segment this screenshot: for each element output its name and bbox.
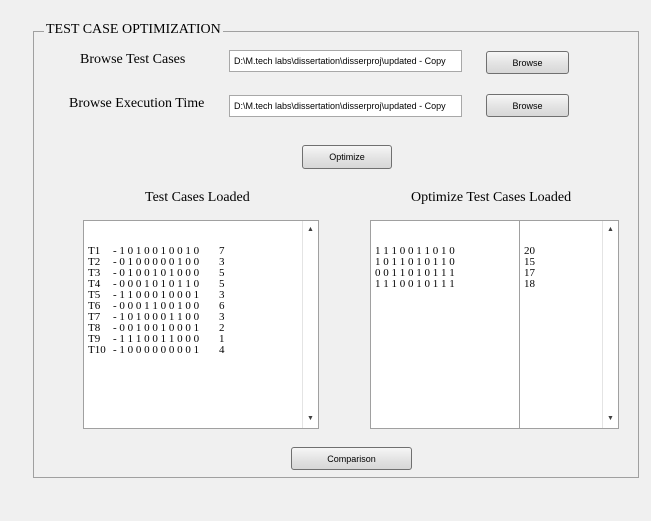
comparison-button[interactable]: Comparison [291, 447, 412, 470]
panel-title: TEST CASE OPTIMIZATION [44, 21, 223, 39]
up-arrow-icon[interactable]: ▲ [303, 223, 318, 237]
optimized-time-item[interactable]: 18 [524, 279, 535, 290]
optimized-test-cases-listbox[interactable]: 1 1 1 0 0 1 1 0 1 01 0 1 1 0 1 0 1 1 00 … [370, 220, 619, 429]
browse-test-cases-label: Browse Test Cases [80, 52, 186, 67]
optimize-button[interactable]: Optimize [302, 145, 392, 169]
optimized-time-list: 20 15 17 18 [524, 224, 535, 312]
browse-execution-time-button[interactable]: Browse [486, 94, 569, 117]
test-cases-scrollbar[interactable]: ▲ ▼ [302, 221, 318, 428]
optimized-test-cases-heading: Optimize Test Cases Loaded [411, 190, 572, 205]
optimized-bits-item[interactable]: 1 1 1 0 0 1 0 1 1 1 [375, 279, 455, 290]
test-cases-listbox[interactable]: T1 - 1 0 1 0 0 1 0 0 1 0 7 T2 - 0 1 0 0 0 … [83, 220, 319, 429]
execution-time-path-field[interactable]: D:\M.tech labs\dissertation\disserproj\u… [229, 95, 462, 117]
optimized-bits-list: 1 1 1 0 0 1 1 0 1 01 0 1 1 0 1 0 1 1 00 … [375, 224, 455, 312]
optimized-test-cases-scrollbar[interactable]: ▲ ▼ [602, 221, 618, 428]
browse-test-cases-button[interactable]: Browse [486, 51, 569, 74]
test-case-id: T10 [88, 344, 109, 356]
up-arrow-icon[interactable]: ▲ [603, 223, 618, 237]
browse-execution-time-label: Browse Execution Time [69, 96, 205, 111]
column-divider [519, 221, 520, 428]
down-arrow-icon[interactable]: ▼ [303, 412, 318, 426]
test-cases-list: T1 - 1 0 1 0 0 1 0 0 1 0 7 T2 - 0 1 0 0 0 … [88, 224, 225, 378]
execution-time: 4 [219, 344, 225, 356]
test-case-bits: - 1 0 0 0 0 0 0 0 0 1 [113, 344, 200, 356]
test-cases-path-field[interactable]: D:\M.tech labs\dissertation\disserproj\u… [229, 50, 462, 72]
down-arrow-icon[interactable]: ▼ [603, 412, 618, 426]
list-item[interactable]: T10 - 1 0 0 0 0 0 0 0 0 1 4 [88, 345, 225, 356]
test-cases-loaded-heading: Test Cases Loaded [145, 190, 250, 205]
